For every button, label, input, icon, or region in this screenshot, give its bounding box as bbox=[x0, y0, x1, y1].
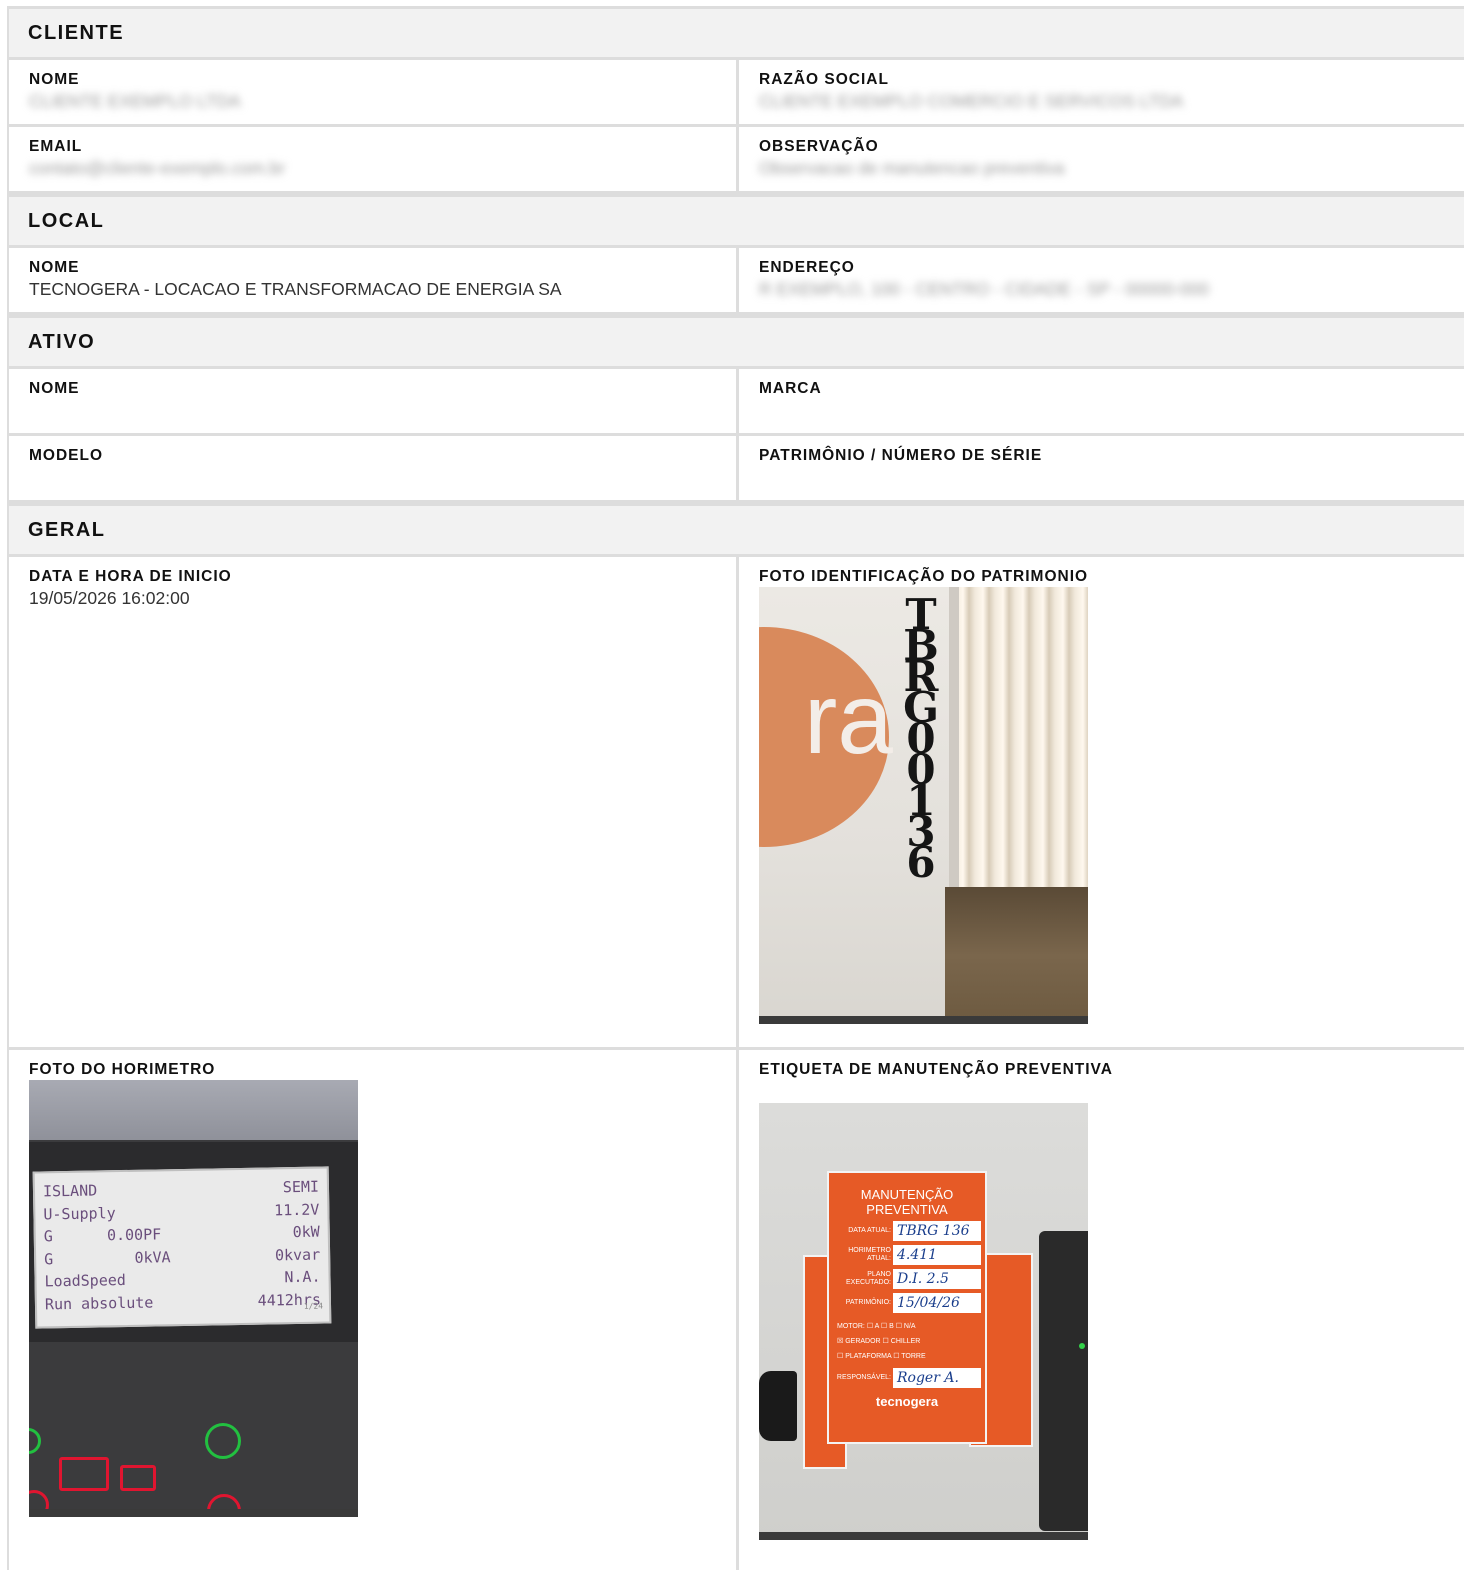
field-label: MODELO bbox=[29, 447, 104, 464]
label-title: PREVENTIVA bbox=[866, 1202, 948, 1217]
geral-row-1: DATA E HORA DE INICIO 19/05/2026 16:02:0… bbox=[9, 557, 1464, 1050]
label-field: DATA ATUAL: TBRG 136 bbox=[833, 1221, 981, 1241]
photo-logo-fragment: ra bbox=[804, 663, 893, 775]
field-label: PATRIMÔNIO / NÚMERO DE SÉRIE bbox=[759, 447, 1043, 464]
section-header-local: LOCAL bbox=[9, 194, 1464, 248]
cliente-obs-value: Observacao de manutencao preventiva bbox=[759, 158, 1065, 178]
service-report: CLIENTE NOME CLIENTE EXEMPLO LTDA RAZÃO … bbox=[7, 6, 1464, 1570]
stencil-char: 6 bbox=[906, 838, 936, 887]
photo-led-icon bbox=[1079, 1343, 1085, 1349]
cliente-row-2: EMAIL contato@cliente-exemplo.com.br OBS… bbox=[9, 127, 1464, 194]
label-field: PATRIMÔNIO: 15/04/26 bbox=[833, 1293, 981, 1313]
field-label: FOTO IDENTIFICAÇÃO DO PATRIMONIO bbox=[759, 568, 1089, 585]
inicio-datetime-value: 19/05/2026 16:02:00 bbox=[29, 588, 190, 608]
ativo-modelo-value bbox=[29, 465, 716, 490]
local-endereco-cell: ENDEREÇO R EXEMPLO, 100 - CENTRO - CIDAD… bbox=[739, 248, 1464, 312]
photo-container-wall bbox=[955, 587, 1088, 887]
field-label: NOME bbox=[29, 259, 80, 276]
cliente-razao-cell: RAZÃO SOCIAL CLIENTE EXEMPLO COMERCIO E … bbox=[739, 60, 1464, 124]
lcd-page-indicator: 1/24 bbox=[303, 1301, 324, 1311]
photo-lcd-screen: ISLAND SEMI U-Supply 11.2V G 0.00PF 0kW G 0… bbox=[32, 1166, 332, 1329]
section-header-geral: GERAL bbox=[9, 503, 1464, 557]
lcd-line: Run absolute 4412hrs bbox=[44, 1290, 322, 1313]
ativo-marca-cell: MARCA bbox=[739, 369, 1464, 433]
geral-inicio-cell: DATA E HORA DE INICIO 19/05/2026 16:02:0… bbox=[9, 557, 739, 1047]
section-header-ativo: ATIVO bbox=[9, 315, 1464, 369]
cliente-razao-value: CLIENTE EXEMPLO COMERCIO E SERVICOS LTDA bbox=[759, 91, 1184, 111]
maintenance-label-card: MANUTENÇÃO PREVENTIVA DATA ATUAL: TBRG 1… bbox=[827, 1171, 987, 1444]
field-label: MARCA bbox=[759, 380, 822, 397]
field-label: FOTO DO HORIMETRO bbox=[29, 1061, 216, 1078]
local-endereco-value: R EXEMPLO, 100 - CENTRO - CIDADE - SP - … bbox=[759, 279, 1209, 299]
ativo-patrimonio-cell: PATRIMÔNIO / NÚMERO DE SÉRIE bbox=[739, 436, 1464, 500]
geral-foto-horimetro-cell: FOTO DO HORIMETRO ISLAND SEMI U-Supply 11.… bbox=[9, 1050, 739, 1570]
lcd-line: G 0kVA 0kvar bbox=[44, 1245, 321, 1268]
label-field: HORIMETRO ATUAL: 4.411 bbox=[833, 1245, 981, 1265]
photo-timestamp-bar bbox=[759, 1016, 1088, 1024]
photo-knob bbox=[759, 1371, 797, 1441]
cliente-email-cell: EMAIL contato@cliente-exemplo.com.br bbox=[9, 127, 739, 191]
photo-timestamp-bar bbox=[759, 1532, 1088, 1540]
photo-green-button-icon bbox=[205, 1423, 241, 1459]
field-label: NOME bbox=[29, 380, 80, 397]
photo-panel-top bbox=[29, 1080, 358, 1140]
geral-foto-patrimonio-cell: FOTO IDENTIFICAÇÃO DO PATRIMONIO ra T B … bbox=[739, 557, 1464, 1047]
local-nome-value: TECNOGERA - LOCACAO E TRANSFORMACAO DE E… bbox=[29, 279, 562, 299]
field-label: ENDEREÇO bbox=[759, 259, 855, 276]
label-field: RESPONSÁVEL: Roger A. bbox=[833, 1368, 981, 1388]
ativo-nome-cell: NOME bbox=[9, 369, 739, 433]
horimetro-photo[interactable]: ISLAND SEMI U-Supply 11.2V G 0.00PF 0kW G 0… bbox=[29, 1080, 358, 1517]
cliente-nome-cell: NOME CLIENTE EXEMPLO LTDA bbox=[9, 60, 739, 124]
photo-red-button-icon bbox=[120, 1465, 156, 1491]
photo-timestamp-bar bbox=[29, 1509, 358, 1517]
cliente-obs-cell: OBSERVAÇÃO Observacao de manutencao prev… bbox=[739, 127, 1464, 191]
geral-etiqueta-cell: ETIQUETA DE MANUTENÇÃO PREVENTIVA MANUTE… bbox=[739, 1050, 1464, 1570]
patrimonio-photo[interactable]: ra T B R G 0 0 1 3 6 bbox=[759, 587, 1088, 1024]
ativo-marca-value bbox=[759, 398, 1444, 423]
local-nome-cell: NOME TECNOGERA - LOCACAO E TRANSFORMACAO… bbox=[9, 248, 739, 312]
lcd-line: U-Supply 11.2V bbox=[43, 1200, 320, 1223]
field-label: ETIQUETA DE MANUTENÇÃO PREVENTIVA bbox=[759, 1061, 1113, 1078]
field-label: NOME bbox=[29, 71, 80, 88]
field-label: DATA E HORA DE INICIO bbox=[29, 568, 232, 585]
etiqueta-photo[interactable]: MANUTENÇÃO PREVENTIVA DATA ATUAL: TBRG 1… bbox=[759, 1103, 1088, 1540]
photo-red-button-icon bbox=[59, 1457, 109, 1491]
tecnogera-logo: tecnogera bbox=[875, 1394, 939, 1409]
photo-ground bbox=[945, 887, 1088, 1024]
label-checkboxes: MOTOR: ☐ A ☐ B ☐ N/A ☒ GERADOR ☐ CHILLER… bbox=[837, 1323, 926, 1360]
ativo-modelo-cell: MODELO bbox=[9, 436, 739, 500]
ativo-row-2: MODELO PATRIMÔNIO / NÚMERO DE SÉRIE bbox=[9, 436, 1464, 503]
ativo-row-1: NOME MARCA bbox=[9, 369, 1464, 436]
photo-controller-panel bbox=[1039, 1231, 1088, 1531]
field-label: OBSERVAÇÃO bbox=[759, 138, 879, 155]
label-title: MANUTENÇÃO bbox=[860, 1187, 954, 1202]
label-field: PLANO EXECUTADO: D.I. 2.5 bbox=[833, 1269, 981, 1289]
field-label: EMAIL bbox=[29, 138, 83, 155]
geral-row-2: FOTO DO HORIMETRO ISLAND SEMI U-Supply 11.… bbox=[9, 1050, 1464, 1570]
cliente-row-1: NOME CLIENTE EXEMPLO LTDA RAZÃO SOCIAL C… bbox=[9, 60, 1464, 127]
local-row-1: NOME TECNOGERA - LOCACAO E TRANSFORMACAO… bbox=[9, 248, 1464, 315]
ativo-nome-value bbox=[29, 398, 716, 423]
field-label: RAZÃO SOCIAL bbox=[759, 71, 889, 88]
ativo-patrimonio-value bbox=[759, 465, 1444, 490]
photo-stencil-id: T B R G 0 0 1 3 6 bbox=[901, 594, 941, 887]
photo-green-button-icon bbox=[29, 1428, 41, 1454]
section-header-cliente: CLIENTE bbox=[9, 6, 1464, 60]
cliente-email-value: contato@cliente-exemplo.com.br bbox=[29, 158, 286, 178]
cliente-nome-value: CLIENTE EXEMPLO LTDA bbox=[29, 91, 241, 111]
